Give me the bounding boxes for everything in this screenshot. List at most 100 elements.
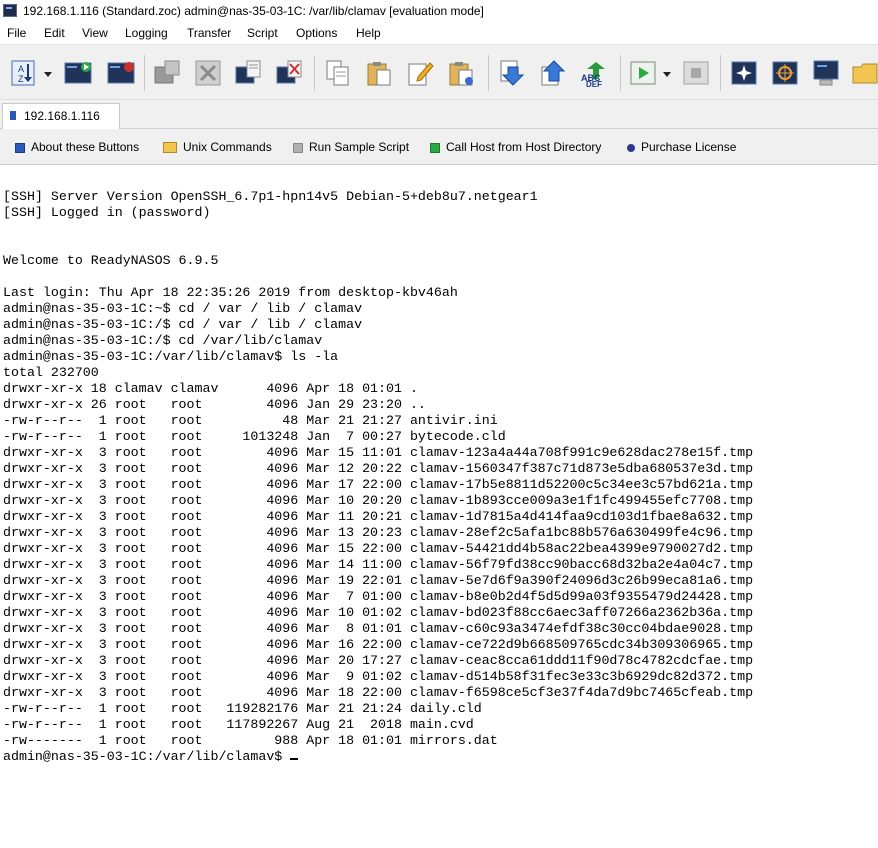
run-sample-script-label: Run Sample Script — [309, 140, 410, 154]
terminal-line: drwxr-xr-x 3 root root 4096 Mar 20 17:27… — [3, 653, 754, 668]
unix-commands-label: Unix Commands — [183, 140, 272, 154]
compass-icon — [731, 61, 757, 85]
disconnect-button[interactable] — [150, 57, 184, 89]
tab-label: 192.168.1.116 — [24, 109, 100, 123]
tab-row: 192.168.1.116 — [0, 100, 878, 129]
copy-screen-button[interactable] — [231, 57, 265, 89]
menu-script[interactable]: Script — [247, 26, 278, 40]
menu-file[interactable]: File — [7, 26, 26, 40]
folder-icon — [852, 63, 878, 84]
terminal-line: -rw-r--r-- 1 root root 119282176 Mar 21 … — [3, 701, 482, 716]
copy-screen-icon — [235, 60, 261, 84]
terminal-line: drwxr-xr-x 3 root root 4096 Mar 14 11:00… — [3, 557, 754, 572]
terminal-line: drwxr-xr-x 3 root root 4096 Mar 15 11:01… — [3, 445, 754, 460]
tab-session[interactable]: 192.168.1.116 — [2, 103, 120, 129]
green-square-icon — [430, 142, 440, 153]
terminal-line: [SSH] Logged in (password) — [3, 205, 211, 220]
terminal-line: -rw-r--r-- 1 root root 48 Mar 21 21:27 a… — [3, 413, 498, 428]
blue-dot-icon — [627, 143, 635, 152]
copy-button[interactable] — [321, 57, 355, 89]
paste-special-icon — [449, 62, 473, 86]
session-prompt-button[interactable] — [104, 57, 138, 89]
toolbar-separator — [620, 55, 621, 91]
terminal-line: admin@nas-35-03-1C:/$ cd / var / lib / c… — [3, 317, 363, 332]
terminal-line: drwxr-xr-x 3 root root 4096 Mar 11 20:21… — [3, 509, 754, 524]
stop-button[interactable] — [679, 57, 713, 89]
terminal-area[interactable]: [SSH] Server Version OpenSSH_6.7p1-hpn14… — [0, 165, 878, 848]
terminal-line: admin@nas-35-03-1C:/var/lib/clamav$ ls -… — [3, 349, 339, 364]
info-square-icon — [15, 142, 25, 153]
terminal-line: drwxr-xr-x 3 root root 4096 Mar 8 01:01 … — [3, 621, 754, 636]
menu-options[interactable]: Options — [296, 26, 337, 40]
terminal-output: [SSH] Server Version OpenSSH_6.7p1-hpn14… — [3, 189, 753, 765]
title-bar: 192.168.1.116 (Standard.zoc) admin@nas-3… — [0, 0, 878, 22]
crosshair-icon — [772, 61, 798, 85]
session-icon — [10, 111, 16, 120]
cancel-button[interactable] — [191, 57, 225, 89]
svg-text:Z: Z — [18, 74, 24, 84]
menu-logging[interactable]: Logging — [125, 26, 168, 40]
run-script-dropdown-arrow[interactable] — [663, 72, 671, 77]
unix-commands-button[interactable]: Unix Commands — [163, 140, 272, 156]
call-host-button[interactable]: Call Host from Host Directory — [430, 140, 601, 156]
terminal-monitor-button[interactable] — [809, 57, 843, 89]
toolbar: A Z ABC DEF — [0, 44, 878, 100]
run-script-button[interactable] — [626, 57, 660, 89]
terminal-monitor-icon — [813, 60, 839, 86]
abc-def-button[interactable]: ABC DEF — [577, 57, 611, 89]
sort-dropdown-arrow[interactable] — [44, 72, 52, 77]
run-script-icon — [630, 61, 656, 85]
terminal-line: -rw-r--r-- 1 root root 117892267 Aug 21 … — [3, 717, 474, 732]
terminal-line: -rw------- 1 root root 988 Apr 18 01:01 … — [3, 733, 498, 748]
toolbar-separator — [720, 55, 721, 91]
paste-special-button[interactable] — [444, 57, 478, 89]
call-host-label: Call Host from Host Directory — [446, 140, 602, 154]
new-session-button[interactable] — [61, 57, 95, 89]
disconnect-icon — [154, 60, 180, 84]
terminal-line: drwxr-xr-x 3 root root 4096 Mar 10 01:02… — [3, 605, 754, 620]
terminal-line: drwxr-xr-x 3 root root 4096 Mar 17 22:00… — [3, 477, 754, 492]
menu-transfer[interactable]: Transfer — [187, 26, 231, 40]
about-buttons-button[interactable]: About these Buttons — [15, 140, 139, 156]
terminal-line: -rw-r--r-- 1 root root 1013248 Jan 7 00:… — [3, 429, 506, 444]
terminal-line: drwxr-xr-x 3 root root 4096 Mar 9 01:02 … — [3, 669, 754, 684]
menu-edit[interactable]: Edit — [44, 26, 65, 40]
terminal-line: drwxr-xr-x 3 root root 4096 Mar 7 01:00 … — [3, 589, 754, 604]
menu-help[interactable]: Help — [356, 26, 381, 40]
gray-square-icon — [293, 142, 303, 153]
edit-button[interactable] — [403, 57, 437, 89]
copy-icon — [326, 60, 349, 86]
folder-button[interactable] — [848, 57, 878, 89]
terminal-line: Last login: Thu Apr 18 22:35:26 2019 fro… — [3, 285, 458, 300]
terminal-line: drwxr-xr-x 18 clamav clamav 4096 Apr 18 … — [3, 381, 418, 396]
folder-icon — [163, 142, 177, 154]
paste-icon — [367, 62, 391, 86]
paste-button[interactable] — [362, 57, 396, 89]
purchase-license-button[interactable]: Purchase License — [627, 140, 736, 156]
session-prompt-icon — [107, 62, 135, 84]
terminal-line: total 232700 — [3, 365, 99, 380]
terminal-line: drwxr-xr-x 3 root root 4096 Mar 18 22:00… — [3, 685, 754, 700]
svg-text:A: A — [18, 64, 24, 74]
stop-icon — [683, 61, 709, 85]
crosshair-button[interactable] — [768, 57, 802, 89]
terminal-line: drwxr-xr-x 3 root root 4096 Mar 10 20:20… — [3, 493, 754, 508]
upload-button[interactable] — [536, 57, 570, 89]
clear-screen-button[interactable] — [272, 57, 306, 89]
menu-view[interactable]: View — [82, 26, 108, 40]
sort-az-button[interactable]: A Z — [6, 57, 40, 89]
window-title: 192.168.1.116 (Standard.zoc) admin@nas-3… — [23, 4, 484, 18]
run-sample-script-button[interactable]: Run Sample Script — [293, 140, 409, 156]
compass-button[interactable] — [727, 57, 761, 89]
about-buttons-label: About these Buttons — [31, 140, 140, 154]
download-button[interactable] — [495, 57, 529, 89]
purchase-license-label: Purchase License — [641, 140, 737, 154]
terminal-line: [SSH] Server Version OpenSSH_6.7p1-hpn14… — [3, 189, 538, 204]
terminal-line: Welcome to ReadyNASOS 6.9.5 — [3, 253, 219, 268]
edit-icon — [408, 62, 434, 86]
clear-screen-icon — [276, 60, 302, 84]
upload-icon — [541, 60, 566, 86]
toolbar-separator — [488, 55, 489, 91]
svg-text:DEF: DEF — [586, 80, 602, 87]
abc-def-icon: ABC DEF — [581, 62, 605, 87]
